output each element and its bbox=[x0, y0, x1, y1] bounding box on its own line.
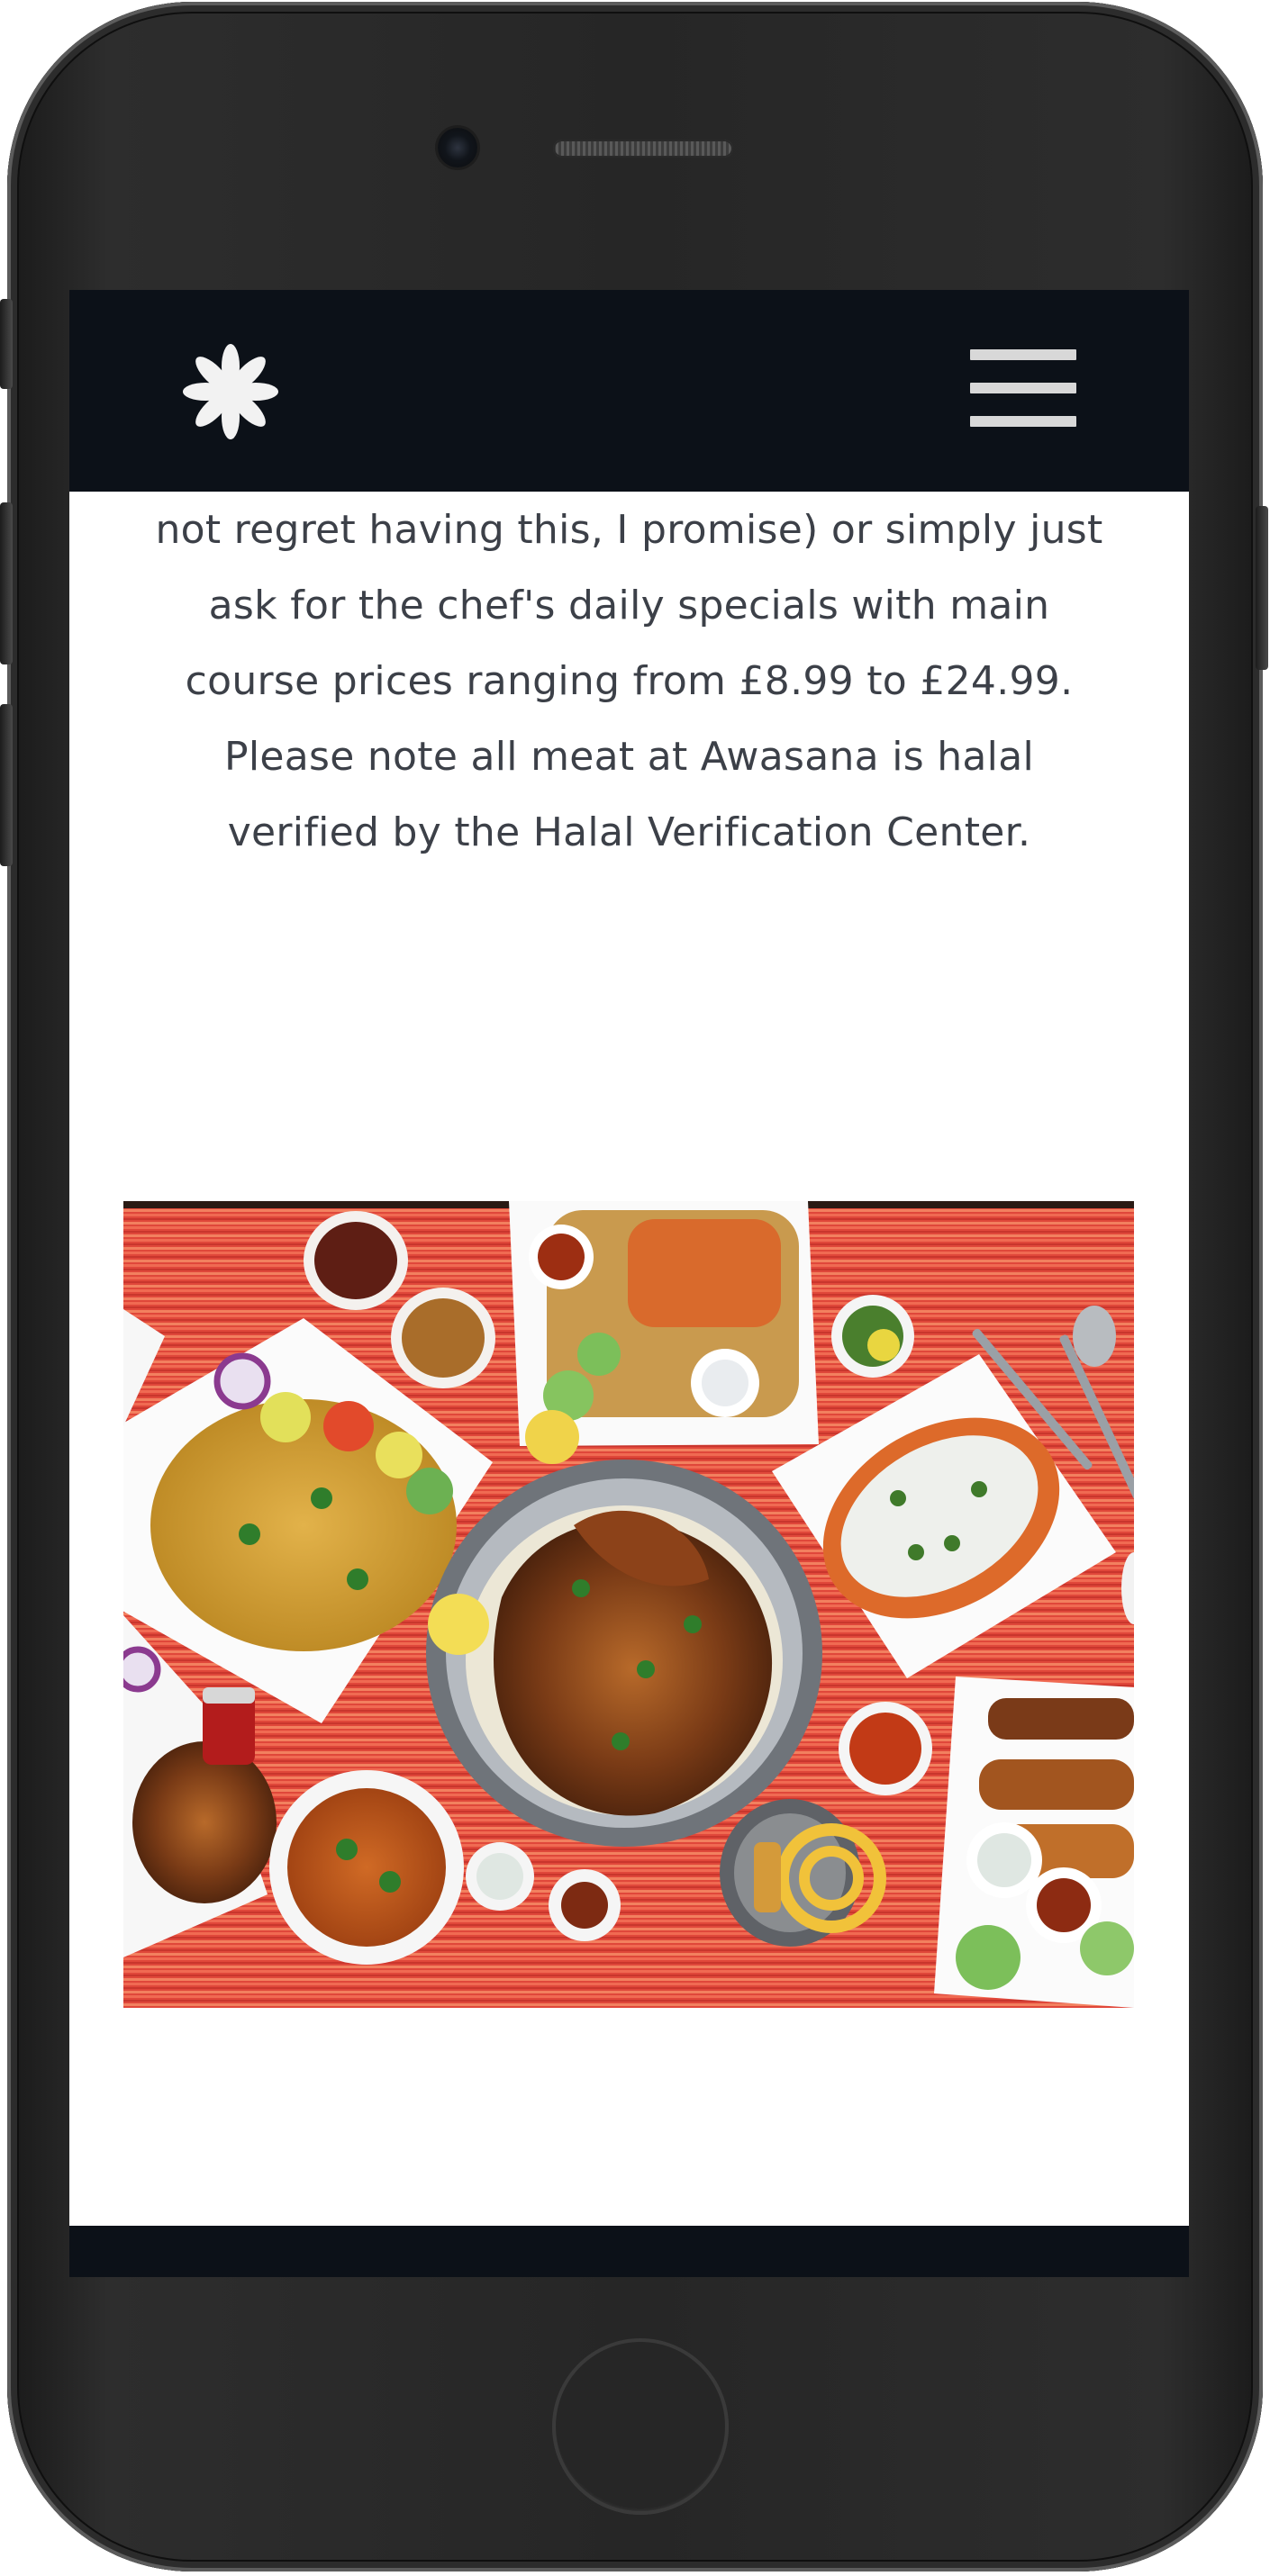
paragraph-line: Please note all meat at Awasana is halal bbox=[223, 734, 1034, 780]
menu-bar-middle bbox=[970, 383, 1076, 393]
hamburger-menu-icon[interactable] bbox=[966, 346, 1080, 430]
asterisk-flower-icon[interactable] bbox=[181, 342, 280, 441]
earpiece-speaker bbox=[553, 140, 733, 158]
footer-bar bbox=[69, 2226, 1189, 2277]
paragraph-line: ask for the chef's daily specials with m… bbox=[208, 583, 1050, 628]
paragraph-line: verified by the Halal Verification Cente… bbox=[227, 809, 1031, 855]
food-spread-photo bbox=[123, 1201, 1134, 2008]
paragraph-line: course prices ranging from £8.99 to £24.… bbox=[185, 658, 1074, 704]
menu-bar-top bbox=[970, 349, 1076, 360]
power-button bbox=[1256, 506, 1268, 670]
paragraph-line: not regret having this, I promise) or si… bbox=[155, 507, 1103, 553]
volume-down-button bbox=[0, 704, 13, 866]
silent-switch bbox=[0, 299, 13, 389]
front-camera bbox=[438, 128, 477, 167]
menu-bar-bottom bbox=[970, 416, 1076, 427]
screen: not regret having this, I promise) or si… bbox=[69, 290, 1189, 2277]
volume-up-button bbox=[0, 502, 13, 664]
menu-description-paragraph: not regret having this, I promise) or si… bbox=[114, 493, 1144, 871]
site-header bbox=[69, 290, 1189, 492]
home-button[interactable] bbox=[552, 2338, 729, 2515]
